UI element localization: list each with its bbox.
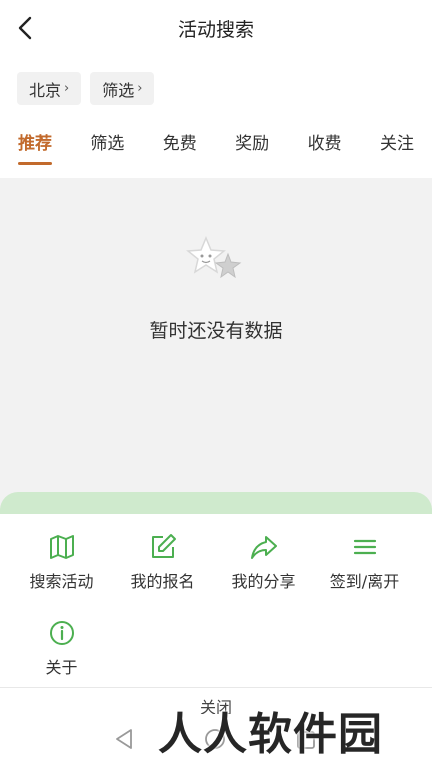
map-icon <box>49 535 74 559</box>
watermark: 人人软件园 <box>158 709 383 760</box>
edit-icon <box>151 534 176 558</box>
chevron-right-icon: › <box>137 81 143 96</box>
tab-recommend[interactable]: 推荐 <box>18 118 52 165</box>
menu-row-2: 关于 <box>0 618 432 678</box>
menu-label-share: 我的分享 <box>231 572 296 591</box>
menu-row-1: 搜索活动 我的报名 我的分享 签到/离开 <box>0 532 432 592</box>
chevron-right-icon: › <box>64 81 70 96</box>
tab-free[interactable]: 免费 <box>163 118 197 165</box>
city-chip[interactable]: 北京 › <box>17 72 82 105</box>
menu-item-signup[interactable]: 我的报名 <box>112 532 213 592</box>
menu-label-search: 搜索活动 <box>29 572 94 591</box>
filter-chip[interactable]: 筛选 › <box>90 72 155 105</box>
tab-reward[interactable]: 奖励 <box>235 118 269 165</box>
menu-item-search[interactable]: 搜索活动 <box>11 532 112 592</box>
empty-message: 暂时还没有数据 <box>149 320 283 342</box>
info-icon <box>49 621 74 645</box>
tab-follow[interactable]: 关注 <box>380 118 414 165</box>
menu-lines-icon <box>353 539 376 555</box>
page-title: 活动搜索 <box>177 19 254 41</box>
nav-back-icon[interactable] <box>114 728 134 750</box>
menu-item-share[interactable]: 我的分享 <box>213 532 314 592</box>
divider <box>0 687 432 688</box>
category-tabs: 推荐 筛选 免费 奖励 收费 关注 <box>0 118 432 170</box>
menu-label-signup: 我的报名 <box>130 572 195 591</box>
filter-chip-label: 筛选 <box>102 80 135 100</box>
share-icon <box>250 536 277 559</box>
city-chip-label: 北京 <box>29 80 62 100</box>
menu-item-checkin[interactable]: 签到/离开 <box>314 532 415 592</box>
tab-paid[interactable]: 收费 <box>308 118 342 165</box>
menu-label-checkin: 签到/离开 <box>329 572 400 591</box>
menu-label-about: 关于 <box>45 658 78 677</box>
results-area: 暂时还没有数据 <box>0 178 432 518</box>
menu-item-about[interactable]: 关于 <box>11 618 112 678</box>
filter-chips: 北京 › 筛选 › <box>17 72 155 105</box>
stars-icon <box>186 236 242 279</box>
header-bar: 活动搜索 <box>0 0 432 56</box>
tab-filter[interactable]: 筛选 <box>90 118 124 165</box>
